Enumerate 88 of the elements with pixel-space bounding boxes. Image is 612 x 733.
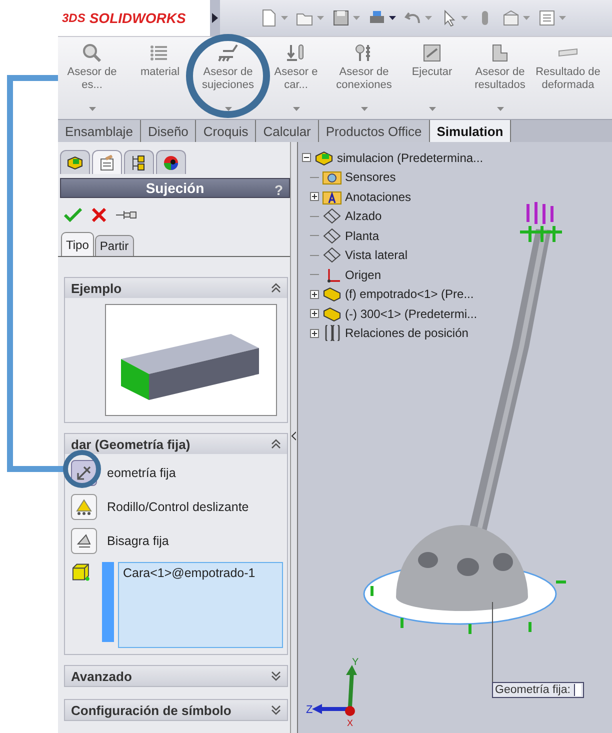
plane-icon (322, 208, 342, 224)
section-title: Ejemplo (71, 280, 122, 296)
axis-label: X (347, 718, 354, 727)
property-tab[interactable]: Tipo (61, 232, 94, 256)
selection-list[interactable]: Cara<1>@empotrado-1 (118, 562, 283, 648)
plane-icon (322, 228, 342, 244)
tree-item[interactable]: (f) empotrado<1> (Pre... (345, 287, 474, 302)
highlight-circle (63, 450, 101, 488)
section-header[interactable]: Ejemplo (65, 278, 287, 298)
property-tab-icon (98, 154, 116, 170)
section-header[interactable]: Avanzado (65, 666, 287, 686)
logo-mark: 3DS (62, 11, 86, 25)
property-manager-tab[interactable] (92, 150, 122, 174)
command-tab[interactable]: Productos Office (318, 120, 430, 142)
expand-icon[interactable] (310, 309, 319, 318)
collapse-icon[interactable] (302, 153, 311, 162)
ribbon-button[interactable]: Asesor de resultados (466, 37, 534, 117)
sensor-folder-icon (322, 169, 342, 186)
section-title: Configuración de símbolo (71, 702, 232, 718)
section-title: Avanzado (71, 668, 132, 684)
tree-item[interactable]: Alzado (345, 209, 382, 224)
expand-icon[interactable] (310, 192, 319, 202)
axis-label: Z (306, 704, 313, 716)
property-tab[interactable]: Partir (94, 235, 134, 256)
ribbon-button[interactable]: Resultado de deformada (534, 37, 602, 117)
tree-item[interactable]: Vista lateral (345, 248, 408, 262)
assembly-icon (314, 150, 334, 166)
ribbon-button[interactable]: Ejecutar (398, 37, 466, 117)
display-manager-tab[interactable] (156, 150, 186, 174)
chevron-icon[interactable] (271, 439, 281, 449)
fixture-option-label: eometría fija (107, 466, 176, 480)
command-tab[interactable]: Ensamblaje (58, 120, 141, 142)
roller-icon (75, 498, 93, 516)
app-logo: SOLIDWORKS (89, 10, 186, 26)
section-header[interactable]: dar (Geometría fija) (65, 434, 287, 454)
section-header[interactable]: Configuración de símbolo (65, 700, 287, 720)
roller-fixture-button[interactable] (71, 494, 97, 520)
face-icon (71, 562, 90, 582)
config-manager-tab[interactable] (124, 150, 154, 174)
list-icon[interactable] (538, 9, 556, 27)
dropdown-arrow-icon[interactable] (389, 16, 396, 20)
command-tab[interactable]: Calcular (256, 120, 319, 142)
plane-icon (322, 247, 342, 264)
tree-item[interactable]: Planta (345, 228, 380, 243)
close-icon[interactable] (92, 208, 106, 222)
section-title: dar (Geometría fija) (71, 436, 190, 452)
chevron-icon[interactable] (271, 671, 281, 681)
fixture-option-label: Bisagra fija (107, 534, 169, 548)
feature-tab-icon (66, 154, 84, 170)
part-icon (322, 306, 342, 322)
command-tab[interactable]: Simulation (430, 120, 512, 142)
part-icon (322, 286, 342, 302)
annotation-folder-icon (322, 188, 342, 205)
expand-icon[interactable] (310, 290, 319, 299)
command-tab[interactable]: Croquis (196, 120, 256, 142)
display-tab-icon (162, 154, 180, 170)
hinge-fixture-button[interactable] (71, 528, 97, 554)
panel-title: Sujeción (146, 180, 204, 196)
tree-item[interactable]: Sensores (345, 170, 396, 184)
tree-item[interactable]: Relaciones de posición (345, 326, 468, 340)
command-tab[interactable]: Diseño (140, 120, 196, 142)
ribbon-button[interactable]: Asesor de es... (58, 37, 126, 117)
callout-text: Geometría fija: (495, 684, 570, 696)
value-field[interactable] (574, 684, 582, 696)
menu-flyout-button[interactable] (210, 0, 220, 36)
tree-item[interactable]: (-) 300<1> (Predetermi... (345, 306, 478, 321)
axis-triad-drawing (312, 665, 357, 716)
ribbon-button[interactable]: Asesor de conexiones (330, 37, 398, 117)
save-icon[interactable] (332, 9, 350, 27)
tree-item[interactable]: Origen (345, 268, 382, 282)
axis-label: Y (352, 657, 359, 668)
expand-icon[interactable] (310, 328, 319, 338)
chevron-icon[interactable] (271, 705, 281, 715)
clamp-icon (217, 43, 239, 63)
search-icon (81, 43, 103, 63)
right-arrow-icon (212, 13, 218, 23)
pin-icon[interactable] (116, 209, 138, 221)
fixture-option-label: Rodillo/Control deslizante (107, 500, 249, 514)
options-icon[interactable] (502, 9, 520, 27)
ribbon-button[interactable]: Asesor e car... (262, 37, 330, 117)
ribbon-button[interactable]: material (126, 37, 194, 117)
new-icon[interactable] (260, 9, 278, 27)
tree-item[interactable]: simulacion (Predetermina... (337, 150, 484, 165)
chevron-icon[interactable] (271, 283, 281, 293)
tree-item[interactable]: Anotaciones (345, 190, 412, 204)
feature-manager-tab[interactable] (60, 150, 90, 174)
selected-face-item[interactable]: Cara<1>@empotrado-1 (123, 566, 278, 580)
ok-icon[interactable] (64, 208, 82, 222)
